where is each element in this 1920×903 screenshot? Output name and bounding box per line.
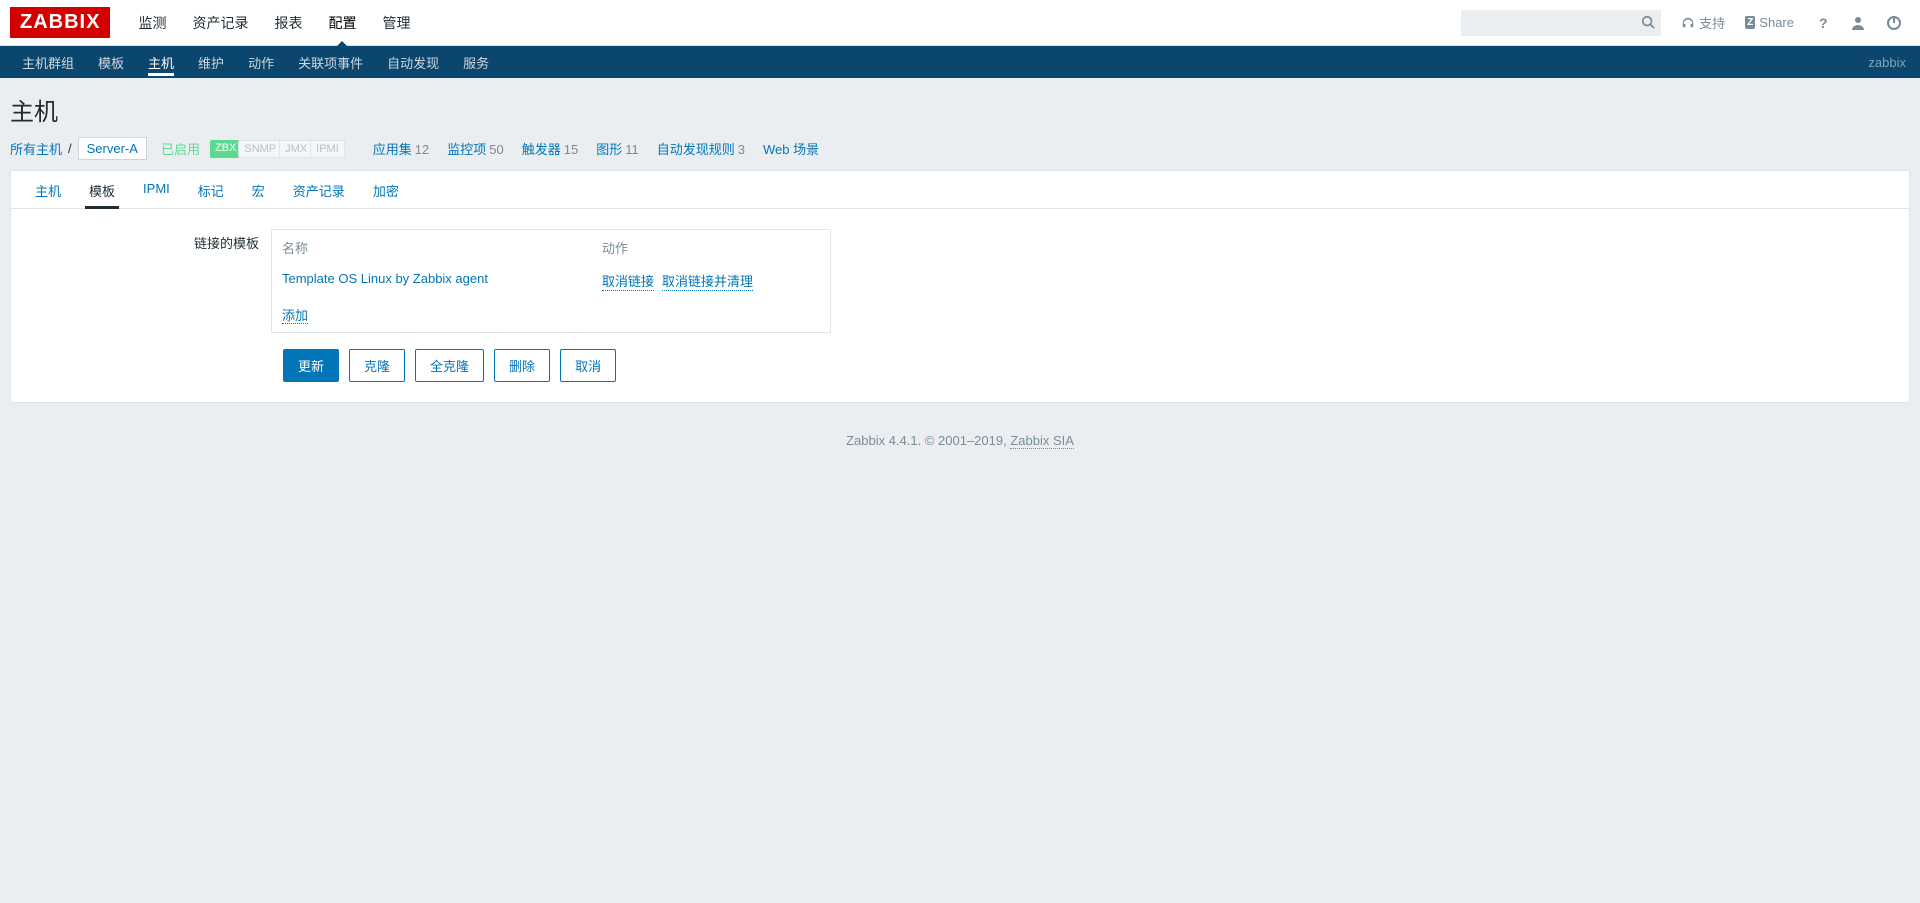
- filter-web[interactable]: Web 场景: [749, 139, 819, 158]
- sub-services[interactable]: 服务: [451, 46, 501, 79]
- unlink-link[interactable]: 取消链接: [602, 271, 654, 291]
- debug-label: zabbix: [1868, 55, 1910, 70]
- filter-graphs[interactable]: 图形11: [582, 139, 639, 158]
- footer-link[interactable]: Zabbix SIA: [1010, 433, 1074, 449]
- user-button[interactable]: [1842, 9, 1874, 37]
- th-action: 动作: [592, 230, 638, 265]
- headset-icon: [1681, 16, 1695, 30]
- tag-zbx: ZBX: [210, 140, 241, 158]
- tab-macros[interactable]: 宏: [248, 171, 269, 208]
- all-hosts-link[interactable]: 所有主机: [10, 139, 62, 158]
- td-template-name: Template OS Linux by Zabbix agent: [272, 265, 592, 297]
- tab-ipmi[interactable]: IPMI: [139, 171, 174, 208]
- sub-nav: 主机群组 模板 主机 维护 动作 关联项事件 自动发现 服务 zabbix: [0, 46, 1920, 78]
- tabs: 主机 模板 IPMI 标记 宏 资产记录 加密: [11, 171, 1909, 209]
- sub-discovery[interactable]: 自动发现: [375, 46, 451, 79]
- tab-templates[interactable]: 模板: [85, 171, 119, 208]
- tag-jmx: JMX: [279, 140, 313, 158]
- interface-tags: ZBX SNMP JMX IPMI: [210, 140, 345, 158]
- menu-configuration[interactable]: 配置: [315, 0, 369, 46]
- search-input[interactable]: [1461, 10, 1661, 36]
- full-clone-button[interactable]: 全克隆: [415, 349, 484, 382]
- cancel-button[interactable]: 取消: [560, 349, 616, 382]
- host-name-box[interactable]: Server-A: [78, 137, 147, 160]
- tab-tags[interactable]: 标记: [194, 171, 228, 208]
- form-area: 链接的模板 名称 动作 Template OS Linux by Zabbix …: [11, 209, 1909, 402]
- top-nav: ZABBIX 监测 资产记录 报表 配置 管理 支持 Z Share ?: [0, 0, 1920, 46]
- sub-menu: 主机群组 模板 主机 维护 动作 关联项事件 自动发现 服务: [10, 46, 501, 79]
- filter-applications[interactable]: 应用集12: [359, 139, 429, 158]
- sub-correlation[interactable]: 关联项事件: [286, 46, 375, 79]
- z-icon: Z: [1745, 16, 1755, 29]
- menu-monitoring[interactable]: 监测: [125, 0, 179, 46]
- content-card: 主机 模板 IPMI 标记 宏 资产记录 加密 链接的模板 名称 动作 Temp…: [10, 170, 1910, 403]
- logo[interactable]: ZABBIX: [10, 7, 110, 38]
- add-link[interactable]: 添加: [282, 308, 308, 324]
- filter-discovery[interactable]: 自动发现规则3: [643, 139, 745, 158]
- button-row: 更新 克隆 全克隆 删除 取消: [283, 349, 1889, 382]
- update-button[interactable]: 更新: [283, 349, 339, 382]
- menu-inventory[interactable]: 资产记录: [179, 0, 261, 46]
- delete-button[interactable]: 删除: [494, 349, 550, 382]
- filter-bar: 所有主机 / Server-A 已启用 ZBX SNMP JMX IPMI 应用…: [0, 137, 1920, 170]
- tag-snmp: SNMP: [238, 140, 282, 158]
- sub-hosts[interactable]: 主机: [136, 46, 186, 79]
- tag-ipmi: IPMI: [310, 140, 345, 158]
- sub-actions[interactable]: 动作: [236, 46, 286, 79]
- menu-reports[interactable]: 报表: [261, 0, 315, 46]
- svg-text:?: ?: [1819, 15, 1828, 31]
- tab-encryption[interactable]: 加密: [369, 171, 403, 208]
- sub-templates[interactable]: 模板: [86, 46, 136, 79]
- help-button[interactable]: ?: [1806, 9, 1838, 37]
- template-header: 名称 动作: [272, 230, 830, 265]
- share-link[interactable]: Z Share: [1737, 9, 1802, 36]
- template-link[interactable]: Template OS Linux by Zabbix agent: [282, 271, 488, 286]
- footer: Zabbix 4.4.1. © 2001–2019, Zabbix SIA: [0, 413, 1920, 468]
- template-box: 名称 动作 Template OS Linux by Zabbix agent …: [271, 229, 831, 333]
- td-action: 取消链接 取消链接并清理: [592, 265, 763, 297]
- th-name: 名称: [272, 230, 592, 265]
- status-enabled: 已启用: [161, 139, 200, 158]
- search-icon[interactable]: [1641, 15, 1655, 29]
- filter-triggers[interactable]: 触发器15: [508, 139, 578, 158]
- tab-inventory[interactable]: 资产记录: [289, 171, 349, 208]
- field-linked-templates: 名称 动作 Template OS Linux by Zabbix agent …: [271, 229, 831, 333]
- menu-administration[interactable]: 管理: [369, 0, 423, 46]
- page-title: 主机: [0, 78, 1920, 137]
- support-link[interactable]: 支持: [1673, 7, 1733, 38]
- sub-maintenance[interactable]: 维护: [186, 46, 236, 79]
- user-icon: [1850, 15, 1866, 31]
- logout-button[interactable]: [1878, 9, 1910, 37]
- clone-button[interactable]: 克隆: [349, 349, 405, 382]
- crumb-sep: /: [66, 141, 74, 156]
- label-linked-templates: 链接的模板: [31, 229, 271, 252]
- template-row: Template OS Linux by Zabbix agent 取消链接 取…: [272, 265, 830, 297]
- unlink-clear-link[interactable]: 取消链接并清理: [662, 271, 753, 291]
- top-right: 支持 Z Share ?: [1461, 7, 1910, 38]
- form-row-linked: 链接的模板 名称 动作 Template OS Linux by Zabbix …: [31, 229, 1889, 333]
- footer-text: Zabbix 4.4.1. © 2001–2019,: [846, 433, 1010, 448]
- support-label: 支持: [1699, 13, 1725, 32]
- sub-hostgroups[interactable]: 主机群组: [10, 46, 86, 79]
- top-menu: 监测 资产记录 报表 配置 管理: [125, 0, 1461, 46]
- power-icon: [1886, 15, 1902, 31]
- share-label: Share: [1759, 15, 1794, 30]
- tab-host[interactable]: 主机: [31, 171, 65, 208]
- search-wrap: [1461, 10, 1661, 36]
- add-row: 添加: [272, 297, 830, 332]
- filter-items[interactable]: 监控项50: [433, 139, 503, 158]
- question-icon: ?: [1814, 15, 1830, 31]
